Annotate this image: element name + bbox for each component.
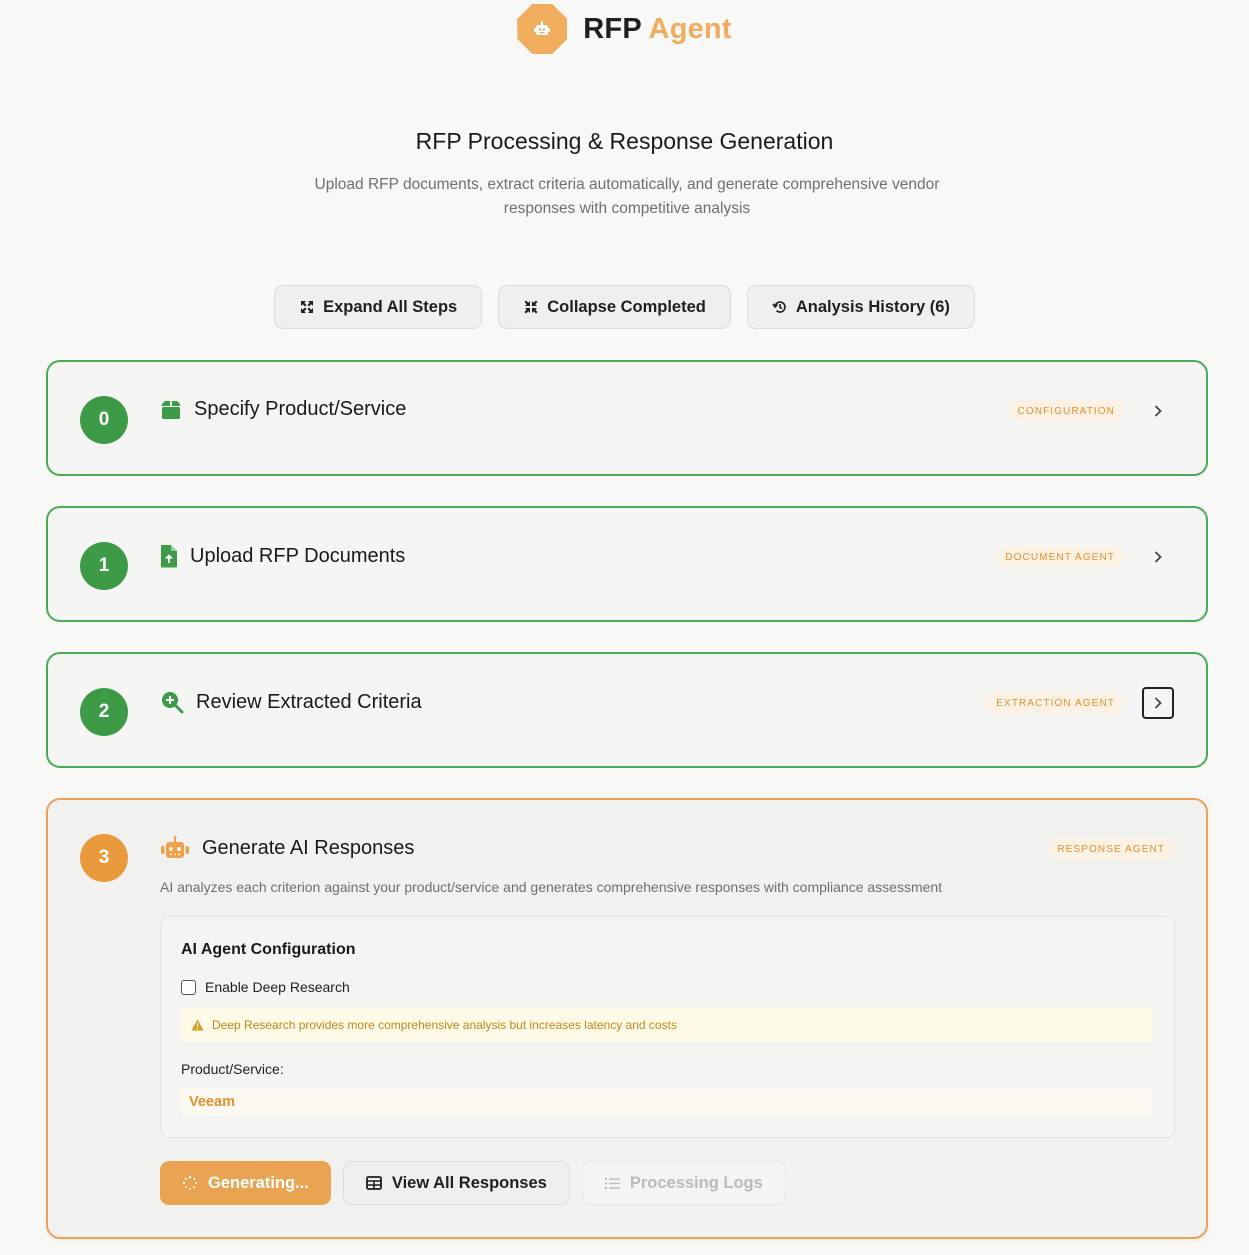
robot-icon xyxy=(534,21,551,35)
box-icon xyxy=(162,400,180,419)
page-title: RFP Processing & Response Generation xyxy=(415,128,834,154)
expand-step-button[interactable] xyxy=(1142,541,1174,573)
chevron-right-icon xyxy=(1154,551,1162,563)
step-title: Review Extracted Criteria xyxy=(196,690,422,713)
collapse-completed-label: Collapse Completed xyxy=(547,297,706,316)
robot-icon xyxy=(161,836,189,858)
warning-icon xyxy=(191,1019,204,1030)
processing-logs-label: Processing Logs xyxy=(629,1173,763,1192)
agent-badge: CONFIGURATION xyxy=(1008,400,1124,422)
step-title: Specify Product/Service xyxy=(194,398,407,420)
chevron-right-icon xyxy=(1154,697,1162,709)
ai-agent-config-panel: AI Agent Configuration Enable Deep Resea… xyxy=(160,916,1175,1138)
analysis-history-button[interactable]: Analysis History (6) xyxy=(746,285,975,329)
step-number: 0 xyxy=(80,396,128,444)
step-title-row: Specify Product/Service xyxy=(160,398,406,421)
step-toolbar: Expand All Steps Collapse Completed Anal… xyxy=(0,285,1249,329)
view-all-responses-label: View All Responses xyxy=(391,1173,547,1192)
step-title-row: Generate AI Responses xyxy=(160,836,414,860)
step-title-row: Upload RFP Documents xyxy=(160,544,405,568)
generating-button[interactable]: Generating... xyxy=(160,1161,331,1205)
logo xyxy=(517,4,568,54)
table-icon xyxy=(365,1176,382,1190)
expand-step-button[interactable] xyxy=(1142,395,1174,427)
step-actions: Generating... View All Responses Process… xyxy=(160,1161,786,1205)
expand-icon xyxy=(301,301,314,313)
spinner-icon xyxy=(182,1175,197,1190)
step-number: 3 xyxy=(80,834,128,882)
step-description: AI analyzes each criterion against your … xyxy=(160,879,943,895)
config-title: AI Agent Configuration xyxy=(181,941,356,958)
deep-research-label: Enable Deep Research xyxy=(205,979,350,995)
step-card-0[interactable]: 0 Specify Product/Service CONFIGURATION xyxy=(46,360,1208,476)
product-service-label: Product/Service: xyxy=(181,1061,284,1077)
compress-icon xyxy=(524,300,538,314)
deep-research-warning: Deep Research provides more comprehensiv… xyxy=(181,1007,1153,1042)
step-number: 1 xyxy=(80,542,128,590)
step-card-1[interactable]: 1 Upload RFP Documents DOCUMENT AGENT xyxy=(46,506,1208,622)
chevron-right-icon xyxy=(1154,405,1162,417)
deep-research-option[interactable]: Enable Deep Research xyxy=(181,979,350,995)
expand-all-button[interactable]: Expand All Steps xyxy=(274,285,483,329)
deep-research-checkbox[interactable] xyxy=(181,979,196,995)
step-title-row: Review Extracted Criteria xyxy=(160,690,422,714)
brand-header: RFP Agent xyxy=(0,4,1249,54)
processing-logs-button[interactable]: Processing Logs xyxy=(581,1161,786,1205)
page: RFP Agent RFP Processing & Response Gene… xyxy=(0,0,1249,1255)
expand-all-label: Expand All Steps xyxy=(323,297,458,316)
warning-text: Deep Research provides more comprehensiv… xyxy=(212,1017,677,1032)
list-icon xyxy=(604,1177,620,1189)
page-subtitle: Upload RFP documents, extract criteria a… xyxy=(314,176,940,217)
history-icon xyxy=(772,301,786,313)
step-title: Generate AI Responses xyxy=(202,836,415,859)
step-card-2[interactable]: 2 Review Extracted Criteria EXTRACTION A… xyxy=(46,652,1208,768)
step-title: Upload RFP Documents xyxy=(190,544,406,567)
app-title-part2: Agent xyxy=(648,12,732,45)
view-all-responses-button[interactable]: View All Responses xyxy=(342,1161,570,1205)
search-plus-icon xyxy=(162,692,184,714)
file-upload-icon xyxy=(160,545,177,568)
agent-badge: DOCUMENT AGENT xyxy=(996,546,1124,568)
agent-badge: EXTRACTION AGENT xyxy=(987,692,1124,714)
expand-step-button[interactable] xyxy=(1142,687,1174,719)
product-service-field[interactable]: Veeam xyxy=(181,1087,1153,1116)
collapse-completed-button[interactable]: Collapse Completed xyxy=(498,285,731,329)
app-title: RFP Agent xyxy=(583,13,731,46)
step-card-3: 3 Generate AI Responses RESPONSE AGENT A… xyxy=(46,798,1208,1239)
app-title-part1: RFP xyxy=(583,12,642,45)
generating-label: Generating... xyxy=(208,1173,309,1192)
step-number: 2 xyxy=(80,688,128,736)
analysis-history-label: Analysis History (6) xyxy=(795,297,950,316)
agent-badge: RESPONSE AGENT xyxy=(1048,838,1174,860)
